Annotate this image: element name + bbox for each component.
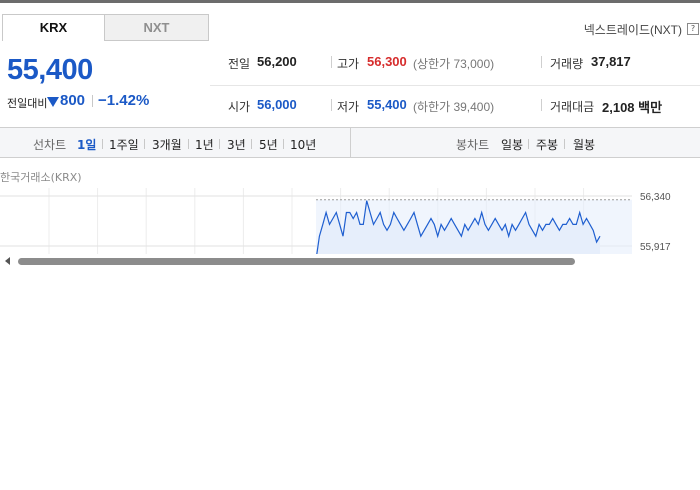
period-1w[interactable]: 1주일 bbox=[109, 136, 139, 153]
exchange-label: 한국거래소(KRX) bbox=[0, 171, 82, 184]
period-3y[interactable]: 3년 bbox=[227, 136, 246, 153]
candle-chart-label: 봉차트 bbox=[456, 138, 490, 152]
change-amount: 800 bbox=[60, 92, 86, 109]
high-label: 고가 bbox=[337, 57, 360, 71]
toolbar-separator bbox=[564, 139, 565, 149]
toolbar-separator bbox=[219, 139, 220, 149]
tab-nxt[interactable]: NXT bbox=[104, 14, 209, 41]
period-1y[interactable]: 1년 bbox=[195, 136, 214, 153]
period-10y[interactable]: 10년 bbox=[290, 136, 316, 153]
period-3m[interactable]: 3개월 bbox=[152, 136, 182, 153]
change-separator bbox=[92, 95, 93, 107]
line-chart-label: 선차트 bbox=[33, 138, 67, 152]
session-band bbox=[316, 199, 632, 254]
volume-label: 거래량 bbox=[550, 57, 584, 71]
volume-value: 37,817 bbox=[591, 54, 631, 69]
stats-separator bbox=[541, 99, 542, 111]
scrollbar-thumb[interactable] bbox=[18, 258, 575, 265]
period-1d[interactable]: 1일 bbox=[77, 136, 96, 153]
y-tick-label: 56,340 bbox=[640, 192, 671, 203]
toolbar-separator bbox=[102, 139, 103, 149]
price-chart: 56,340 55,917 bbox=[0, 188, 671, 254]
low-value: 55,400 bbox=[367, 97, 407, 112]
down-arrow-icon bbox=[47, 97, 59, 107]
trade-amount-value: 2,108 백만 bbox=[602, 100, 663, 115]
toolbar-divider bbox=[350, 128, 351, 157]
toolbar-separator bbox=[283, 139, 284, 149]
toolbar-separator bbox=[144, 139, 145, 149]
period-5y[interactable]: 5년 bbox=[259, 136, 278, 153]
change-label: 전일대비 bbox=[7, 97, 48, 110]
candle-monthly[interactable]: 월봉 bbox=[573, 136, 595, 153]
lower-limit: (하한가 39,400) bbox=[413, 100, 495, 114]
scroll-left-icon[interactable] bbox=[5, 257, 10, 265]
y-tick-label: 55,917 bbox=[640, 242, 671, 253]
prev-close-value: 56,200 bbox=[257, 54, 297, 69]
nxt-link[interactable]: 넥스트레이드(NXT) bbox=[584, 21, 682, 38]
tab-krx[interactable]: KRX bbox=[2, 14, 105, 41]
change-percent: −1.42% bbox=[98, 92, 150, 109]
help-icon[interactable]: ? bbox=[687, 23, 699, 35]
current-price: 55,400 bbox=[7, 54, 93, 86]
high-value: 56,300 bbox=[367, 54, 407, 69]
toolbar-separator bbox=[528, 139, 529, 149]
candle-weekly[interactable]: 주봉 bbox=[536, 136, 558, 153]
open-label: 시가 bbox=[228, 100, 251, 114]
open-value: 56,000 bbox=[257, 97, 297, 112]
stats-separator bbox=[331, 99, 332, 111]
stats-divider bbox=[210, 85, 700, 86]
trade-amount-label: 거래대금 bbox=[550, 100, 595, 114]
candle-daily[interactable]: 일봉 bbox=[501, 136, 523, 153]
stats-separator bbox=[331, 56, 332, 68]
chart-toolbar: 선차트 1일 1주일 3개월 1년 3년 5년 10년 봉차트 일봉 주봉 월봉 bbox=[0, 127, 700, 158]
stats-separator bbox=[541, 56, 542, 68]
toolbar-separator bbox=[188, 139, 189, 149]
low-label: 저가 bbox=[337, 100, 360, 114]
upper-limit: (상한가 73,000) bbox=[413, 57, 495, 71]
toolbar-separator bbox=[251, 139, 252, 149]
top-border bbox=[0, 0, 700, 3]
prev-close-label: 전일 bbox=[228, 57, 251, 71]
